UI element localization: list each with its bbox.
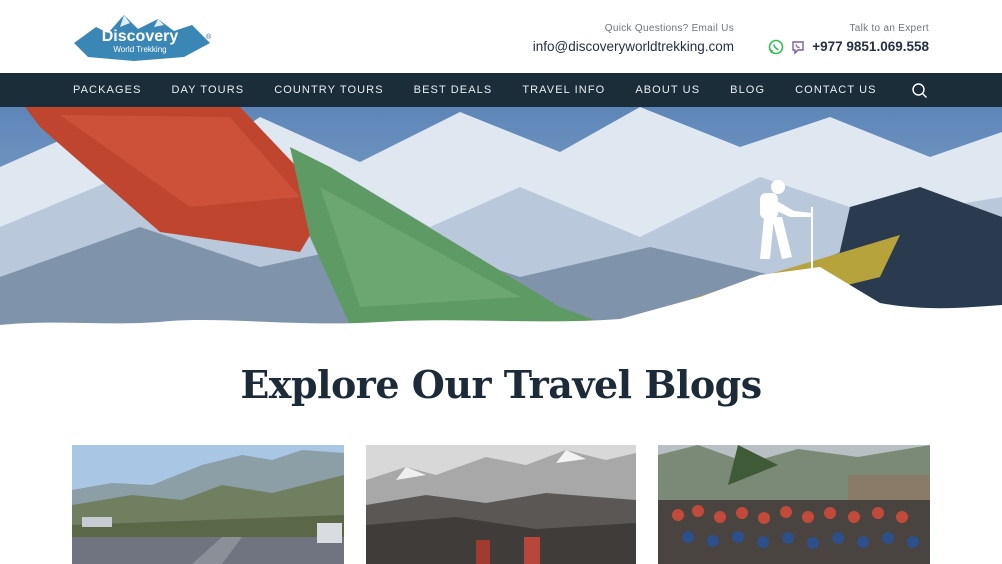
phone-link[interactable]: +977 9851.069.558: [812, 39, 929, 55]
nav-contact-us[interactable]: CONTACT US: [795, 84, 877, 96]
logo-text-main: Discovery: [102, 28, 179, 45]
viber-icon[interactable]: [790, 39, 806, 55]
email-caption: Quick Questions? Email Us: [604, 23, 734, 34]
nav-day-tours[interactable]: DAY TOURS: [172, 84, 245, 96]
nav-travel-info[interactable]: TRAVEL INFO: [522, 84, 605, 96]
phone-caption: Talk to an Expert: [849, 23, 929, 34]
nav-packages[interactable]: PACKAGES: [73, 84, 142, 96]
nav-blog[interactable]: BLOG: [730, 84, 765, 96]
hero-image: [0, 107, 1002, 339]
email-contact: Quick Questions? Email Us info@discovery…: [533, 22, 734, 55]
blog-card-1[interactable]: [72, 445, 344, 564]
blog-card-3-image: [658, 445, 930, 564]
nav-menu: PACKAGES DAY TOURS COUNTRY TOURS BEST DE…: [73, 73, 877, 107]
nav-about-us[interactable]: ABOUT US: [635, 84, 700, 96]
blog-card-1-image: [72, 445, 344, 564]
site-logo[interactable]: Discovery World Trekking ®: [74, 13, 214, 63]
nav-best-deals[interactable]: BEST DEALS: [414, 84, 493, 96]
logo-text-sub: World Trekking: [113, 45, 166, 54]
blog-card-2[interactable]: [366, 445, 636, 564]
hero-banner: [0, 107, 1002, 339]
main-nav: PACKAGES DAY TOURS COUNTRY TOURS BEST DE…: [0, 73, 1002, 107]
blog-card-2-image: [366, 445, 636, 564]
blogs-section-title: Explore Our Travel Blogs: [240, 362, 762, 407]
whatsapp-icon[interactable]: [768, 39, 784, 55]
top-header: Discovery World Trekking ® Quick Questio…: [0, 0, 1002, 73]
email-link[interactable]: info@discoveryworldtrekking.com: [533, 39, 734, 55]
phone-contact: Talk to an Expert +977 9851.069.558: [768, 22, 929, 55]
nav-country-tours[interactable]: COUNTRY TOURS: [274, 84, 383, 96]
search-icon[interactable]: [911, 82, 928, 99]
logo-registered-mark: ®: [206, 33, 212, 41]
blog-card-3[interactable]: [658, 445, 930, 564]
